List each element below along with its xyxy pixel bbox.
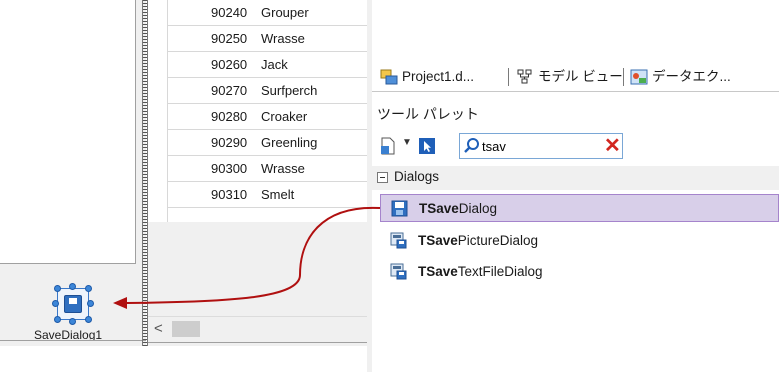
- save-dialog-icon: [64, 295, 82, 313]
- category-label: Dialogs: [394, 169, 440, 184]
- tab-project-manager[interactable]: Project1.d...: [376, 62, 474, 92]
- table-row[interactable]: 90260 Jack: [168, 52, 367, 78]
- designer-scrollbar: [0, 340, 146, 346]
- row-name: Wrasse: [261, 31, 305, 46]
- row-name: Croaker: [261, 109, 308, 124]
- grid-empty-area: [148, 222, 367, 316]
- row-code: 90270: [211, 83, 248, 98]
- model-view-icon: [517, 69, 532, 84]
- chevron-down-icon[interactable]: ▼: [402, 137, 412, 148]
- item-label-rest: PictureDialog: [457, 233, 539, 248]
- resize-handle-right[interactable]: [87, 300, 94, 307]
- save-picture-dialog-icon: [390, 232, 407, 249]
- resize-handle-bottom-left[interactable]: [54, 316, 61, 323]
- table-row[interactable]: 90240 Grouper: [168, 0, 367, 26]
- row-name: Surfperch: [261, 83, 318, 98]
- row-code: 90240: [211, 5, 248, 20]
- save-dialog-icon: [391, 200, 408, 217]
- palette-item-tsavepicturedialog[interactable]: TSavePictureDialog: [380, 227, 779, 255]
- row-name: Grouper: [261, 5, 309, 20]
- row-code: 90300: [211, 161, 248, 176]
- row-code: 90250: [211, 31, 248, 46]
- category-header-dialogs[interactable]: Dialogs: [372, 166, 779, 190]
- data-explorer-icon: [630, 69, 648, 85]
- table-row[interactable]: 90280 Croaker: [168, 104, 367, 130]
- tool-palette-panel: Project1.d... モデル ビュー データエク... ツール パレット: [372, 0, 779, 372]
- save-text-file-dialog-icon: [390, 263, 407, 280]
- tab-separator: [508, 68, 509, 86]
- row-name: Smelt: [261, 187, 295, 202]
- collapse-icon[interactable]: [377, 172, 388, 183]
- table-row[interactable]: 90270 Surfperch: [168, 78, 367, 104]
- table-row[interactable]: 90290 Greenling: [168, 130, 367, 156]
- resize-handle-top-left[interactable]: [54, 285, 61, 292]
- resize-handle-bottom[interactable]: [69, 318, 76, 325]
- save-dialog-component[interactable]: [52, 283, 94, 325]
- tab-label: データエク...: [652, 69, 731, 84]
- table-row[interactable]: 90300 Wrasse: [168, 156, 367, 182]
- form-canvas[interactable]: [0, 0, 136, 264]
- row-code: 90310: [211, 187, 248, 202]
- item-label: TSaveTextFileDialog: [418, 264, 543, 279]
- horizontal-scrollbar[interactable]: <: [148, 316, 367, 342]
- grid-indicator-column: [148, 0, 168, 222]
- row-name: Wrasse: [261, 161, 305, 176]
- palette-item-tsavedialog[interactable]: TSaveDialog: [380, 194, 779, 222]
- palette-search-box[interactable]: ✕: [459, 133, 623, 159]
- data-grid: 90240 Grouper 90250 Wrasse 90260 Jack 90…: [148, 0, 367, 346]
- row-name: Greenling: [261, 135, 318, 150]
- item-label-rest: TextFileDialog: [457, 264, 543, 279]
- item-label-match: TSave: [419, 201, 459, 216]
- new-item-icon[interactable]: [379, 137, 397, 155]
- table-row[interactable]: 90250 Wrasse: [168, 26, 367, 52]
- palette-toolbar: ▼ ✕: [372, 128, 779, 162]
- row-name: Jack: [261, 57, 288, 72]
- tab-label: モデル ビュー: [538, 69, 623, 84]
- resize-handle-bottom-right[interactable]: [85, 316, 92, 323]
- row-code: 90260: [211, 57, 248, 72]
- row-code: 90280: [211, 109, 248, 124]
- row-code: 90290: [211, 135, 248, 150]
- grid-bottom-border: [148, 342, 367, 346]
- scroll-thumb[interactable]: [172, 321, 200, 337]
- palette-title: ツール パレット: [377, 106, 479, 122]
- item-label-match: TSave: [418, 264, 458, 279]
- scroll-left-icon[interactable]: <: [154, 321, 168, 337]
- tab-data-explorer[interactable]: データエク...: [626, 62, 731, 92]
- resize-handle-top-right[interactable]: [85, 285, 92, 292]
- tab-label: Project1.d...: [402, 69, 475, 84]
- palette-item-tsavetextfiledialog[interactable]: TSaveTextFileDialog: [380, 258, 779, 286]
- tab-separator: [623, 68, 624, 86]
- form-designer: SaveDialog1: [0, 0, 146, 346]
- project-manager-icon: [380, 69, 398, 85]
- resize-handle-left[interactable]: [52, 300, 59, 307]
- item-label-rest: Dialog: [458, 201, 498, 216]
- resize-handle-top[interactable]: [69, 283, 76, 290]
- panel-tabs: Project1.d... モデル ビュー データエク...: [372, 62, 779, 92]
- item-label: TSavePictureDialog: [418, 233, 538, 248]
- clear-search-icon[interactable]: ✕: [604, 135, 622, 157]
- table-row[interactable]: 90310 Smelt: [168, 182, 367, 208]
- item-label-match: TSave: [418, 233, 458, 248]
- search-input[interactable]: [482, 137, 592, 155]
- tab-model-view[interactable]: モデル ビュー: [512, 62, 623, 92]
- pointer-icon[interactable]: [418, 137, 436, 155]
- search-icon: [464, 138, 479, 153]
- item-label: TSaveDialog: [419, 201, 497, 216]
